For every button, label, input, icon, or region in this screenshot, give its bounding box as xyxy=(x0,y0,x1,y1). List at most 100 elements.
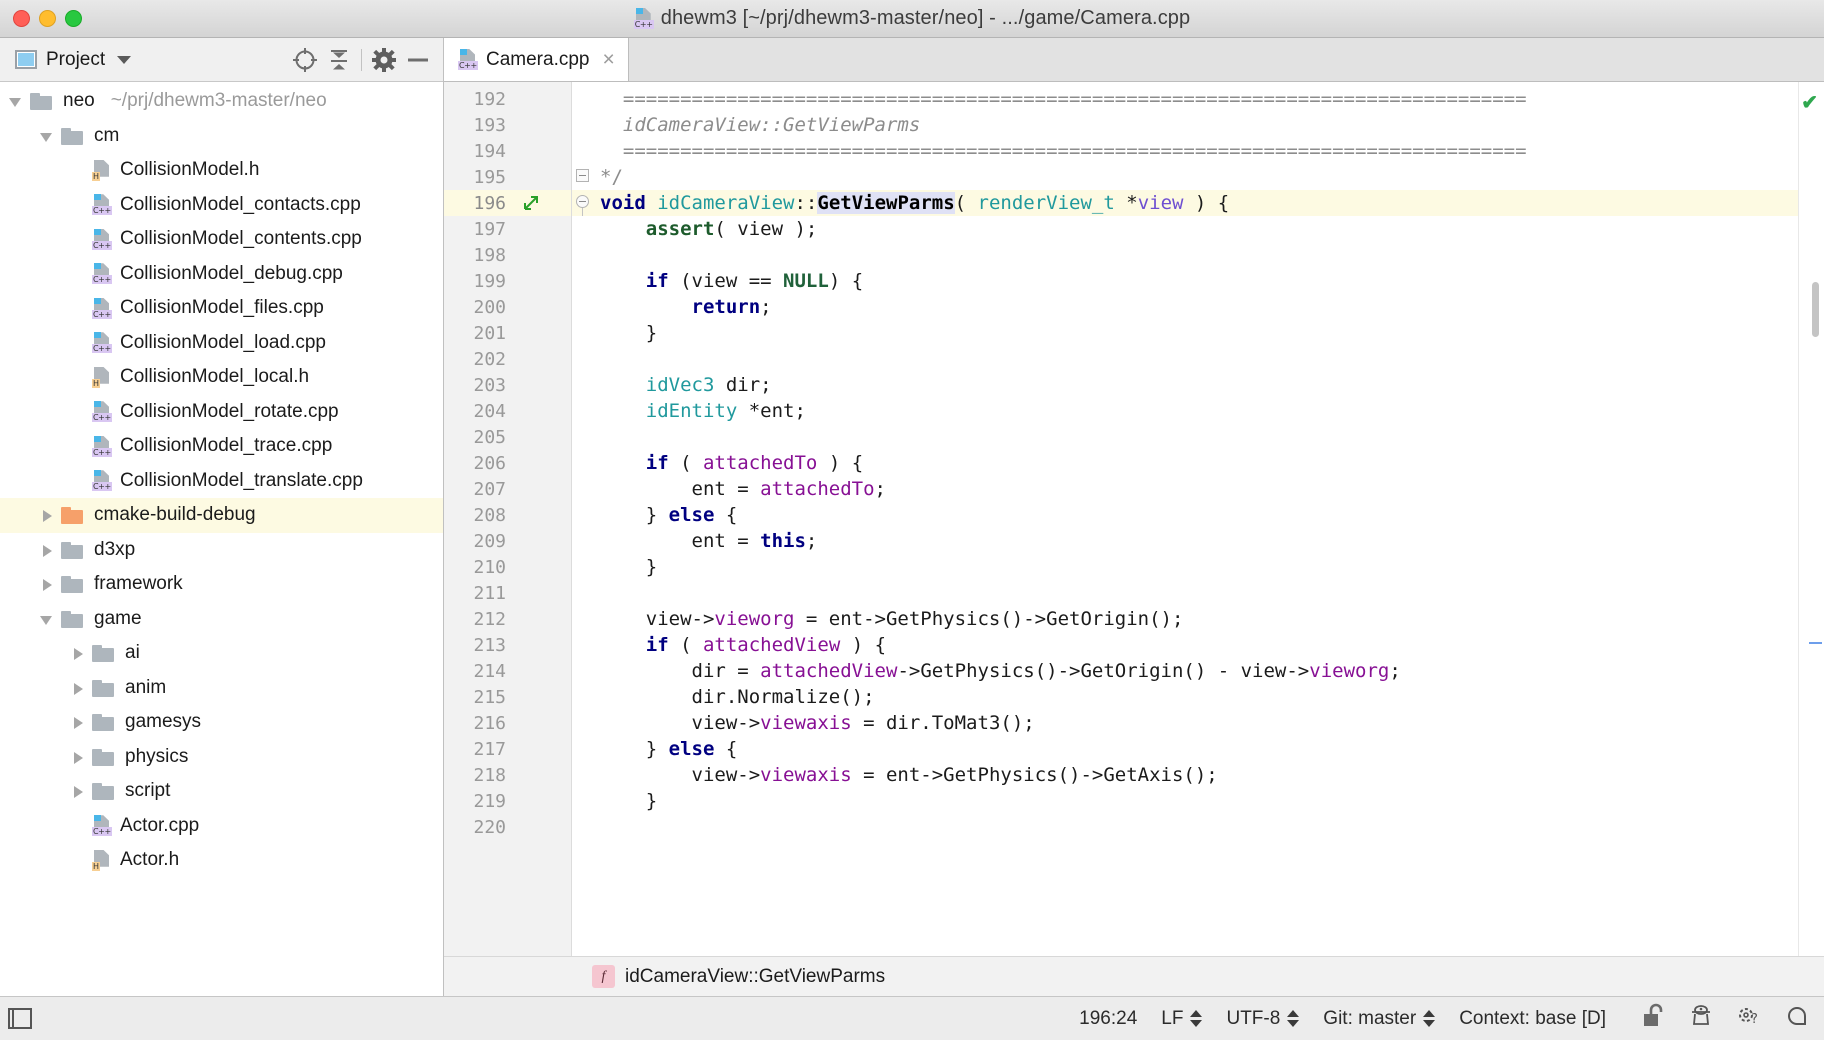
line-number[interactable]: 198 xyxy=(444,242,571,268)
close-icon[interactable]: × xyxy=(599,49,615,70)
tree-item-anim[interactable]: anim xyxy=(0,671,443,706)
code-line[interactable]: } xyxy=(572,320,1824,346)
expand-arrow-icon[interactable] xyxy=(70,645,86,661)
tree-item-game[interactable]: game xyxy=(0,602,443,637)
line-number[interactable]: 205 xyxy=(444,424,571,450)
tab-camera-cpp[interactable]: C++ Camera.cpp × xyxy=(444,38,629,81)
line-number[interactable]: 216 xyxy=(444,710,571,736)
tree-item-physics[interactable]: physics xyxy=(0,740,443,775)
code-line[interactable]: } else { xyxy=(572,502,1824,528)
notifications-icon[interactable] xyxy=(1784,1003,1810,1035)
error-stripe-markers[interactable]: ✔ xyxy=(1798,82,1824,956)
expand-arrow-icon[interactable] xyxy=(70,749,86,765)
code-line[interactable]: */ xyxy=(572,164,1824,190)
breadcrumb[interactable]: f idCameraView::GetViewParms xyxy=(444,956,1824,996)
code-line[interactable]: assert( view ); xyxy=(572,216,1824,242)
line-number[interactable]: 204 xyxy=(444,398,571,424)
code-line[interactable]: idVec3 dir; xyxy=(572,372,1824,398)
tree-item-cm[interactable]: cm xyxy=(0,119,443,154)
line-number[interactable]: 219 xyxy=(444,788,571,814)
tree-item-framework[interactable]: framework xyxy=(0,567,443,602)
tree-item-collisionmodel-debug-cpp[interactable]: C++CollisionModel_debug.cpp xyxy=(0,257,443,292)
code-line[interactable]: if (view == NULL) { xyxy=(572,268,1824,294)
collapse-arrow-icon[interactable] xyxy=(39,611,55,627)
line-number[interactable]: 200 xyxy=(444,294,571,320)
code-line[interactable] xyxy=(572,814,1824,840)
code-line[interactable]: ========================================… xyxy=(572,86,1824,112)
code-line[interactable]: return; xyxy=(572,294,1824,320)
code-line[interactable]: if ( attachedTo ) { xyxy=(572,450,1824,476)
gear-icon[interactable] xyxy=(367,43,401,77)
fold-end-icon[interactable] xyxy=(572,164,596,190)
project-tree[interactable]: neo~/prj/dhewm3-master/neocm HCollisionMo… xyxy=(0,82,443,996)
tree-item-collisionmodel-files-cpp[interactable]: C++CollisionModel_files.cpp xyxy=(0,291,443,326)
code-line[interactable]: view->viewaxis = dir.ToMat3(); xyxy=(572,710,1824,736)
tree-item-neo[interactable]: neo~/prj/dhewm3-master/neo xyxy=(0,84,443,119)
tree-item-ai[interactable]: ai xyxy=(0,636,443,671)
tree-item-collisionmodel-load-cpp[interactable]: C++CollisionModel_load.cpp xyxy=(0,326,443,361)
line-number[interactable]: 209 xyxy=(444,528,571,554)
code-line[interactable]: view->viewaxis = ent->GetPhysics()->GetA… xyxy=(572,762,1824,788)
maximize-window-button[interactable] xyxy=(65,10,82,27)
line-number-gutter[interactable]: 1921931941951961971981992002012022032042… xyxy=(444,82,572,956)
line-number[interactable]: 220 xyxy=(444,814,571,840)
tree-item-gamesys[interactable]: gamesys xyxy=(0,705,443,740)
code-line[interactable] xyxy=(572,346,1824,372)
toggle-sidebar-icon[interactable] xyxy=(8,1008,32,1029)
code-line[interactable]: } xyxy=(572,788,1824,814)
git-branch-selector[interactable]: Git: master xyxy=(1311,1008,1447,1030)
tree-item-cmake-build-debug[interactable]: cmake-build-debug xyxy=(0,498,443,533)
code-line[interactable]: } else { xyxy=(572,736,1824,762)
line-number[interactable]: 207 xyxy=(444,476,571,502)
minimize-icon[interactable] xyxy=(401,43,435,77)
encoding-selector[interactable]: UTF-8 xyxy=(1214,1008,1311,1030)
line-number[interactable]: 208 xyxy=(444,502,571,528)
override-gutter-icon[interactable] xyxy=(522,194,540,212)
line-number[interactable]: 210 xyxy=(444,554,571,580)
code-line[interactable]: dir.Normalize(); xyxy=(572,684,1824,710)
line-number[interactable]: 214 xyxy=(444,658,571,684)
tree-item-collisionmodel-rotate-cpp[interactable]: C++CollisionModel_rotate.cpp xyxy=(0,395,443,430)
code-line[interactable]: view->vieworg = ent->GetPhysics()->GetOr… xyxy=(572,606,1824,632)
tree-item-collisionmodel-local-h[interactable]: HCollisionModel_local.h xyxy=(0,360,443,395)
code-line[interactable] xyxy=(572,242,1824,268)
context-indicator[interactable]: Context: base [D] xyxy=(1447,1008,1618,1030)
code-line[interactable]: dir = attachedView->GetPhysics()->GetOri… xyxy=(572,658,1824,684)
line-number[interactable]: 197 xyxy=(444,216,571,242)
code-line[interactable]: idCameraView::GetViewParms xyxy=(572,112,1824,138)
caret-position[interactable]: 196:24 xyxy=(1067,1008,1149,1030)
line-number[interactable]: 215 xyxy=(444,684,571,710)
tree-item-collisionmodel-translate-cpp[interactable]: C++CollisionModel_translate.cpp xyxy=(0,464,443,499)
line-number[interactable]: 192 xyxy=(444,86,571,112)
code-line[interactable]: void idCameraView::GetViewParms( renderV… xyxy=(572,190,1824,216)
code-line[interactable]: ent = attachedTo; xyxy=(572,476,1824,502)
line-number[interactable]: 206 xyxy=(444,450,571,476)
inspector-hat-icon[interactable] xyxy=(1688,1003,1714,1035)
tree-item-d3xp[interactable]: d3xp xyxy=(0,533,443,568)
code-text-area[interactable]: ========================================… xyxy=(572,82,1824,956)
line-number[interactable]: 193 xyxy=(444,112,571,138)
chevron-down-icon[interactable] xyxy=(117,56,131,64)
code-marker[interactable] xyxy=(1809,642,1822,644)
background-tasks-icon[interactable]: ? xyxy=(1736,1003,1762,1035)
tree-item-actor-cpp[interactable]: C++Actor.cpp xyxy=(0,809,443,844)
line-number[interactable]: 202 xyxy=(444,346,571,372)
expand-arrow-icon[interactable] xyxy=(39,576,55,592)
line-number[interactable]: 195 xyxy=(444,164,571,190)
line-number[interactable]: 213 xyxy=(444,632,571,658)
lock-open-icon[interactable] xyxy=(1640,1003,1666,1035)
expand-arrow-icon[interactable] xyxy=(39,507,55,523)
line-number[interactable]: 211 xyxy=(444,580,571,606)
code-line[interactable]: ent = this; xyxy=(572,528,1824,554)
tree-item-actor-h[interactable]: HActor.h xyxy=(0,843,443,878)
expand-arrow-icon[interactable] xyxy=(70,680,86,696)
expand-arrow-icon[interactable] xyxy=(70,714,86,730)
code-line[interactable] xyxy=(572,580,1824,606)
tree-item-collisionmodel-contents-cpp[interactable]: C++CollisionModel_contents.cpp xyxy=(0,222,443,257)
line-number[interactable]: 194 xyxy=(444,138,571,164)
line-number[interactable]: 203 xyxy=(444,372,571,398)
collapse-arrow-icon[interactable] xyxy=(39,128,55,144)
line-number[interactable]: 196 xyxy=(444,190,571,216)
tree-item-collisionmodel-trace-cpp[interactable]: C++CollisionModel_trace.cpp xyxy=(0,429,443,464)
target-locate-icon[interactable] xyxy=(288,43,322,77)
